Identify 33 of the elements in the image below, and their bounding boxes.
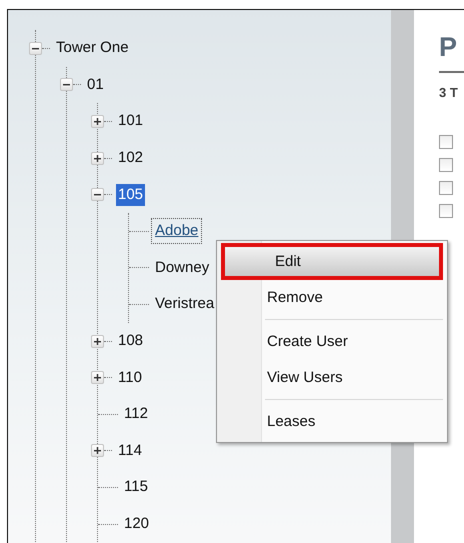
expand-icon[interactable] xyxy=(91,371,104,384)
tree-item[interactable]: Tower One xyxy=(54,37,131,60)
menu-item[interactable]: Edit xyxy=(221,243,443,280)
checkbox[interactable] xyxy=(439,181,453,195)
tree-item[interactable]: 110 xyxy=(116,366,144,389)
tree-link[interactable]: Adobe xyxy=(153,220,200,242)
tree-item[interactable]: 120 xyxy=(122,513,152,536)
collapse-icon[interactable] xyxy=(91,188,104,202)
tree-item[interactable]: Veristrea xyxy=(153,293,216,316)
tree-item[interactable]: 01 xyxy=(85,74,106,96)
tree-item[interactable]: 115 xyxy=(122,476,150,498)
tree-item[interactable]: 114 xyxy=(116,440,144,462)
menu-item[interactable]: Remove xyxy=(217,280,447,316)
expand-icon[interactable] xyxy=(91,152,104,165)
collapse-icon[interactable] xyxy=(60,78,73,92)
collapse-icon[interactable] xyxy=(29,42,42,55)
subtitle: 3 T xyxy=(439,85,458,100)
tree-item[interactable]: 108 xyxy=(116,330,146,352)
tree-item[interactable]: 105 xyxy=(116,184,146,206)
page-title: P xyxy=(439,32,458,62)
expand-icon[interactable] xyxy=(91,334,104,348)
tree-item[interactable]: 101 xyxy=(116,110,146,132)
checkbox[interactable] xyxy=(439,158,453,172)
tree-item[interactable]: 102 xyxy=(116,147,146,170)
tree-item[interactable]: 112 xyxy=(122,403,150,426)
expand-icon[interactable] xyxy=(91,114,104,128)
menu-item[interactable]: View Users xyxy=(217,360,447,396)
checkbox[interactable] xyxy=(439,135,453,149)
menu-item[interactable]: Create User xyxy=(217,323,447,360)
expand-icon[interactable] xyxy=(91,444,104,458)
tree-item[interactable]: Downey xyxy=(153,256,212,279)
menu-item[interactable]: Leases xyxy=(217,403,447,440)
checkbox[interactable] xyxy=(439,204,453,218)
